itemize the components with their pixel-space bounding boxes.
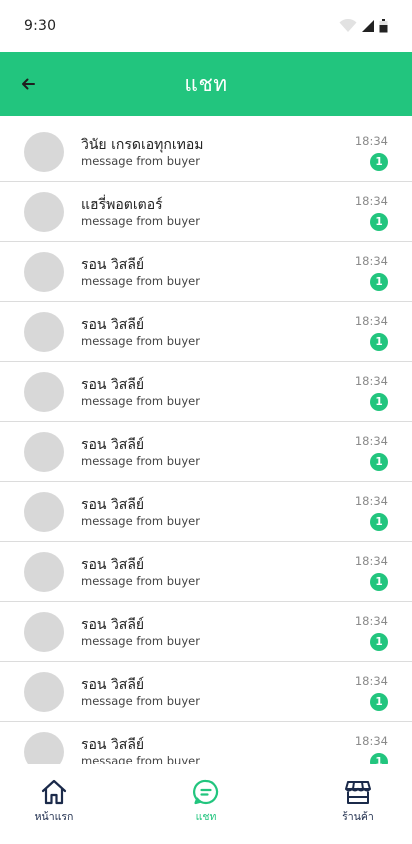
chat-row[interactable]: รอน วิสลีย์ message from buyer 18:34 1 xyxy=(0,662,412,722)
nav-item-store[interactable]: ร้านค้า xyxy=(328,764,388,844)
chat-time: 18:34 xyxy=(354,254,388,268)
unread-badge: 1 xyxy=(370,753,388,764)
chat-preview: message from buyer xyxy=(81,334,200,348)
chat-list[interactable]: วินัย เกรดเอทุกเทอม message from buyer 18:… xyxy=(0,122,412,764)
chat-row[interactable]: รอน วิสลีย์ message from buyer 18:34 1 xyxy=(0,242,412,302)
nav-label-chat: แชท xyxy=(195,811,217,823)
avatar xyxy=(24,552,64,592)
chat-time: 18:34 xyxy=(354,314,388,328)
unread-badge: 1 xyxy=(370,273,388,291)
chat-name: รอน วิสลีย์ xyxy=(81,677,145,693)
chat-preview: message from buyer xyxy=(81,454,200,468)
chat-preview: message from buyer xyxy=(81,394,200,408)
avatar xyxy=(24,432,64,472)
unread-badge: 1 xyxy=(370,513,388,531)
wifi-icon xyxy=(339,19,357,32)
chat-time: 18:34 xyxy=(354,374,388,388)
unread-badge: 1 xyxy=(370,453,388,471)
avatar xyxy=(24,372,64,412)
chat-preview: message from buyer xyxy=(81,634,200,648)
chat-time: 18:34 xyxy=(354,434,388,448)
chat-row[interactable]: รอน วิสลีย์ message from buyer 18:34 1 xyxy=(0,482,412,542)
avatar xyxy=(24,672,64,712)
chat-screen: 9:30 แชท วินัย เกรดเอทุกเทอม message from… xyxy=(0,0,412,844)
unread-badge: 1 xyxy=(370,393,388,411)
chat-row[interactable]: แฮรี่พอตเตอร์ message from buyer 18:34 1 xyxy=(0,182,412,242)
unread-badge: 1 xyxy=(370,633,388,651)
chat-row[interactable]: วินัย เกรดเอทุกเทอม message from buyer 18:… xyxy=(0,122,412,182)
chat-time: 18:34 xyxy=(354,674,388,688)
chat-name: รอน วิสลีย์ xyxy=(81,737,145,753)
avatar xyxy=(24,132,64,172)
app-bar: แชท xyxy=(0,52,412,116)
store-icon xyxy=(345,781,371,804)
nav-label-store: ร้านค้า xyxy=(342,811,374,823)
page-title: แชท xyxy=(184,71,228,96)
nav-item-chat[interactable]: แชท xyxy=(176,764,236,844)
avatar xyxy=(24,192,64,232)
chat-icon xyxy=(193,779,219,805)
home-icon xyxy=(41,779,67,805)
chat-name: รอน วิสลีย์ xyxy=(81,257,145,273)
avatar xyxy=(24,732,64,764)
chat-time: 18:34 xyxy=(354,194,388,208)
nav-item-home[interactable]: หน้าแรก xyxy=(24,764,84,844)
status-time: 9:30 xyxy=(24,18,57,34)
nav-label-home: หน้าแรก xyxy=(34,811,74,823)
chat-time: 18:34 xyxy=(354,494,388,508)
chat-preview: message from buyer xyxy=(81,154,200,168)
status-icons xyxy=(339,19,388,33)
chat-row[interactable]: รอน วิสลีย์ message from buyer 18:34 1 xyxy=(0,542,412,602)
avatar xyxy=(24,492,64,532)
back-button[interactable] xyxy=(16,72,40,96)
chat-name: รอน วิสลีย์ xyxy=(81,497,145,513)
chat-row[interactable]: รอน วิสลีย์ message from buyer 18:34 1 xyxy=(0,722,412,764)
chat-time: 18:34 xyxy=(354,554,388,568)
chat-preview: message from buyer xyxy=(81,514,200,528)
arrow-left-icon xyxy=(22,78,35,90)
avatar xyxy=(24,312,64,352)
chat-name: รอน วิสลีย์ xyxy=(81,377,145,393)
chat-preview: message from buyer xyxy=(81,754,200,764)
chat-row[interactable]: รอน วิสลีย์ message from buyer 18:34 1 xyxy=(0,602,412,662)
chat-name: รอน วิสลีย์ xyxy=(81,437,145,453)
unread-badge: 1 xyxy=(370,153,388,171)
chat-name: รอน วิสลีย์ xyxy=(81,617,145,633)
chat-row[interactable]: รอน วิสลีย์ message from buyer 18:34 1 xyxy=(0,362,412,422)
bottom-nav: หน้าแรก แชท ร้านค้า xyxy=(0,764,412,844)
chat-time: 18:34 xyxy=(354,734,388,748)
cellular-signal-icon xyxy=(362,20,374,32)
chat-preview: message from buyer xyxy=(81,574,200,588)
chat-preview: message from buyer xyxy=(81,694,200,708)
battery-icon xyxy=(379,19,388,33)
avatar xyxy=(24,612,64,652)
chat-time: 18:34 xyxy=(354,614,388,628)
chat-name: รอน วิสลีย์ xyxy=(81,317,145,333)
chat-row[interactable]: รอน วิสลีย์ message from buyer 18:34 1 xyxy=(0,422,412,482)
chat-row[interactable]: รอน วิสลีย์ message from buyer 18:34 1 xyxy=(0,302,412,362)
unread-badge: 1 xyxy=(370,693,388,711)
chat-preview: message from buyer xyxy=(81,214,200,228)
chat-name: รอน วิสลีย์ xyxy=(81,557,145,573)
unread-badge: 1 xyxy=(370,213,388,231)
unread-badge: 1 xyxy=(370,573,388,591)
chat-name: แฮรี่พอตเตอร์ xyxy=(81,197,163,213)
unread-badge: 1 xyxy=(370,333,388,351)
chat-preview: message from buyer xyxy=(81,274,200,288)
status-bar: 9:30 xyxy=(0,0,412,52)
avatar xyxy=(24,252,64,292)
chat-name: วินัย เกรดเอทุกเทอม xyxy=(81,137,204,153)
chat-time: 18:34 xyxy=(354,134,388,148)
